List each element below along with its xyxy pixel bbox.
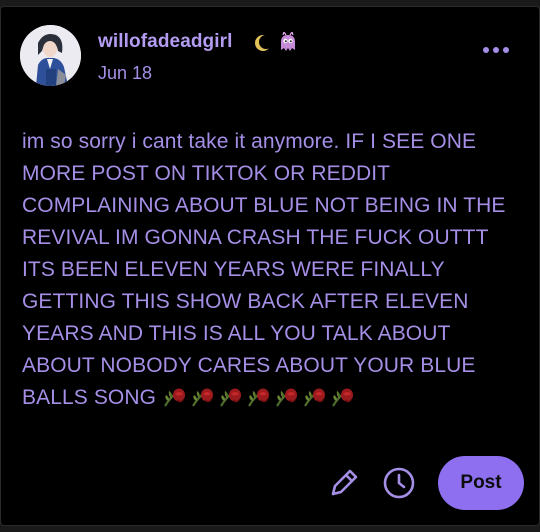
post-card: willofadeadgirl Jun 18 im so sorry i can… — [0, 6, 540, 526]
wilted-rose-icon — [332, 388, 354, 407]
wilted-rose-icon — [304, 388, 326, 407]
crescent-moon-icon — [253, 33, 273, 58]
post-body-text: im so sorry i cant take it anymore. IF I… — [22, 130, 506, 409]
pencil-icon[interactable] — [327, 466, 361, 505]
clock-icon[interactable] — [382, 466, 416, 505]
wilted-rose-icon — [164, 388, 186, 407]
composer-actions: Post — [1, 456, 540, 510]
wilted-rose-icon — [220, 388, 242, 407]
post-date[interactable]: Jun 18 — [98, 63, 152, 84]
post-body: im so sorry i cant take it anymore. IF I… — [22, 126, 522, 414]
wilted-rose-icon — [192, 388, 214, 407]
monster-icon — [277, 30, 299, 59]
wilted-rose-icon — [248, 388, 270, 407]
more-options-icon[interactable] — [483, 47, 509, 53]
avatar[interactable] — [20, 25, 81, 86]
wilted-rose-icon — [276, 388, 298, 407]
post-button[interactable]: Post — [438, 456, 524, 510]
user-badges — [253, 30, 299, 59]
wilted-rose-emojis — [162, 384, 356, 408]
username[interactable]: willofadeadgirl — [98, 31, 233, 53]
